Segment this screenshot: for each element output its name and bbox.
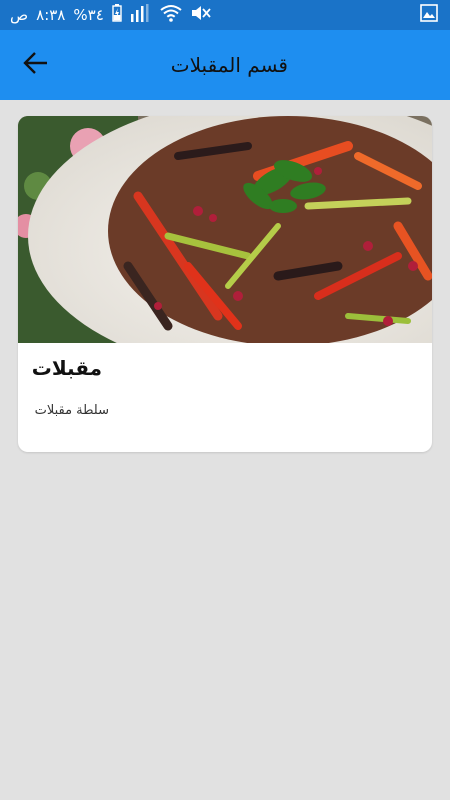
page-title: قسم المقبلات (170, 53, 288, 77)
mute-icon (190, 4, 212, 26)
arrow-back-icon (23, 50, 49, 80)
clock-time: ٨:٣٨ (36, 6, 66, 24)
category-card[interactable]: مقبلات سلطة مقبلات (18, 116, 432, 452)
app-bar: قسم المقبلات (0, 30, 450, 100)
gallery-icon (420, 4, 438, 26)
battery-percent: %٣٤ (73, 6, 104, 24)
am-pm-label: ص (10, 6, 29, 24)
status-bar: ص ٨:٣٨ %٣٤ (0, 0, 450, 30)
status-right-group (420, 4, 438, 26)
status-left-group: ص ٨:٣٨ %٣٤ (10, 4, 212, 26)
salad-photo (18, 116, 432, 376)
back-button[interactable] (18, 47, 54, 83)
wifi-icon (160, 4, 182, 26)
card-subtitle: سلطة مقبلات (34, 403, 109, 418)
card-title: مقبلات (31, 356, 102, 380)
battery-charging-icon (112, 4, 122, 26)
signal-icon (130, 4, 152, 26)
